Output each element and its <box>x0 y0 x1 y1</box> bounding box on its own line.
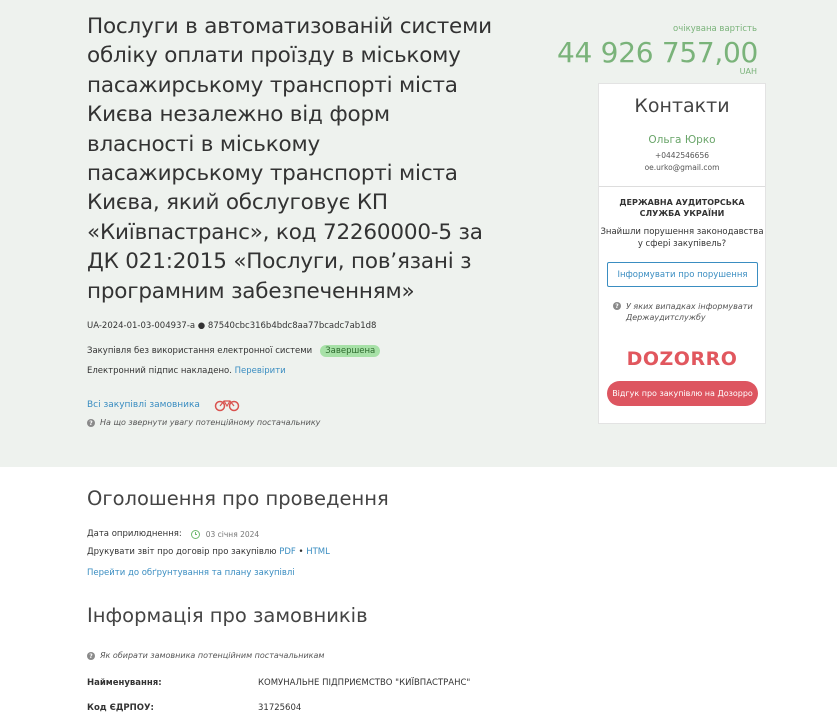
dozorro-feedback-button[interactable]: Відгук про закупівлю на Дозорро <box>607 381 758 406</box>
price-currency: UAH <box>739 67 757 76</box>
report-violation-button[interactable]: Інформувати про порушення <box>607 262 758 287</box>
customer-name-label: Найменування: <box>87 678 162 688</box>
audit-tip[interactable]: ? У яких випадках інформувати Держаудитс… <box>613 301 765 323</box>
contacts-card: Контакти Ольга Юрко +0442546656 oe.urko@… <box>598 83 766 424</box>
tender-title: Послуги в автоматизованій системи обліку… <box>87 14 492 304</box>
clock-icon <box>190 529 200 539</box>
audit-service-title: ДЕРЖАВНА АУДИТОРСЬКА СЛУЖБА УКРАЇНИ <box>619 198 745 218</box>
verify-signature-link[interactable]: Перевірити <box>235 366 286 376</box>
card-divider <box>599 186 765 187</box>
dozorro-logo: DOZORRO <box>626 348 738 370</box>
question-icon: ? <box>87 652 95 660</box>
print-report-label: Друкувати звіт про договір про закупівлю <box>87 547 277 557</box>
customer-name-value: КОМУНАЛЬНЕ ПІДПРИЄМСТВО "КИЇВПАСТРАНС" <box>258 678 471 688</box>
audit-question: Знайшли порушення законодавства у сфері … <box>600 227 764 249</box>
contacts-title: Контакти <box>634 95 730 117</box>
contact-email: oe.urko@gmail.com <box>644 163 720 172</box>
signature-text: Електронний підпис накладено. <box>87 366 232 376</box>
status-badge: Завершена <box>320 345 381 357</box>
question-icon: ? <box>87 419 95 427</box>
contact-phone: +0442546656 <box>654 151 709 160</box>
bicycle-icon[interactable] <box>214 398 240 412</box>
publication-date-label: Дата оприлюднення: <box>87 529 182 539</box>
tender-id: UA-2024-01-03-004937-a ● 87540cbc316b4bd… <box>87 321 377 331</box>
supplier-tip-text: На що звернути увагу потенційному постач… <box>100 418 321 427</box>
procurement-plan-link[interactable]: Перейти до обґрунтування та плану закупі… <box>87 568 295 578</box>
print-html-link[interactable]: HTML <box>306 547 330 557</box>
all-purchases-row: Всі закупівлі замовника <box>87 398 240 412</box>
customer-code-label: Код ЄДРПОУ: <box>87 703 154 713</box>
contact-name: Ольга Юрко <box>648 134 716 146</box>
procedure-type-label: Закупівля без використання електронної с… <box>87 346 313 356</box>
publication-date-row: Дата оприлюднення: 03 січня 2024 <box>87 529 259 539</box>
customer-code-value: 31725604 <box>258 703 302 713</box>
customer-tip-text: Як обирати замовника потенційним постача… <box>100 651 325 660</box>
link-separator: • <box>298 547 304 557</box>
question-icon: ? <box>613 302 621 310</box>
signature-line: Електронний підпис накладено. Перевірити <box>87 366 286 376</box>
print-report-row: Друкувати звіт про договір про закупівлю… <box>87 547 330 557</box>
publication-date-value: 03 січня 2024 <box>205 529 260 539</box>
customer-tip[interactable]: ? Як обирати замовника потенційним поста… <box>87 651 324 660</box>
price-label: очікувана вартість <box>673 24 757 34</box>
all-purchases-link[interactable]: Всі закупівлі замовника <box>87 400 200 410</box>
customers-title: Інформація про замовників <box>87 604 368 627</box>
price-amount: 44 926 757,00 <box>557 36 758 69</box>
procedure-type: Закупівля без використання електронної с… <box>87 345 381 357</box>
supplier-tip[interactable]: ? На що звернути увагу потенційному пост… <box>87 418 320 427</box>
announcement-title: Оголошення про проведення <box>87 487 389 510</box>
audit-tip-text: У яких випадках інформувати Держаудитслу… <box>626 302 753 322</box>
plan-link-row: Перейти до обґрунтування та плану закупі… <box>87 568 295 578</box>
print-pdf-link[interactable]: PDF <box>279 547 296 557</box>
